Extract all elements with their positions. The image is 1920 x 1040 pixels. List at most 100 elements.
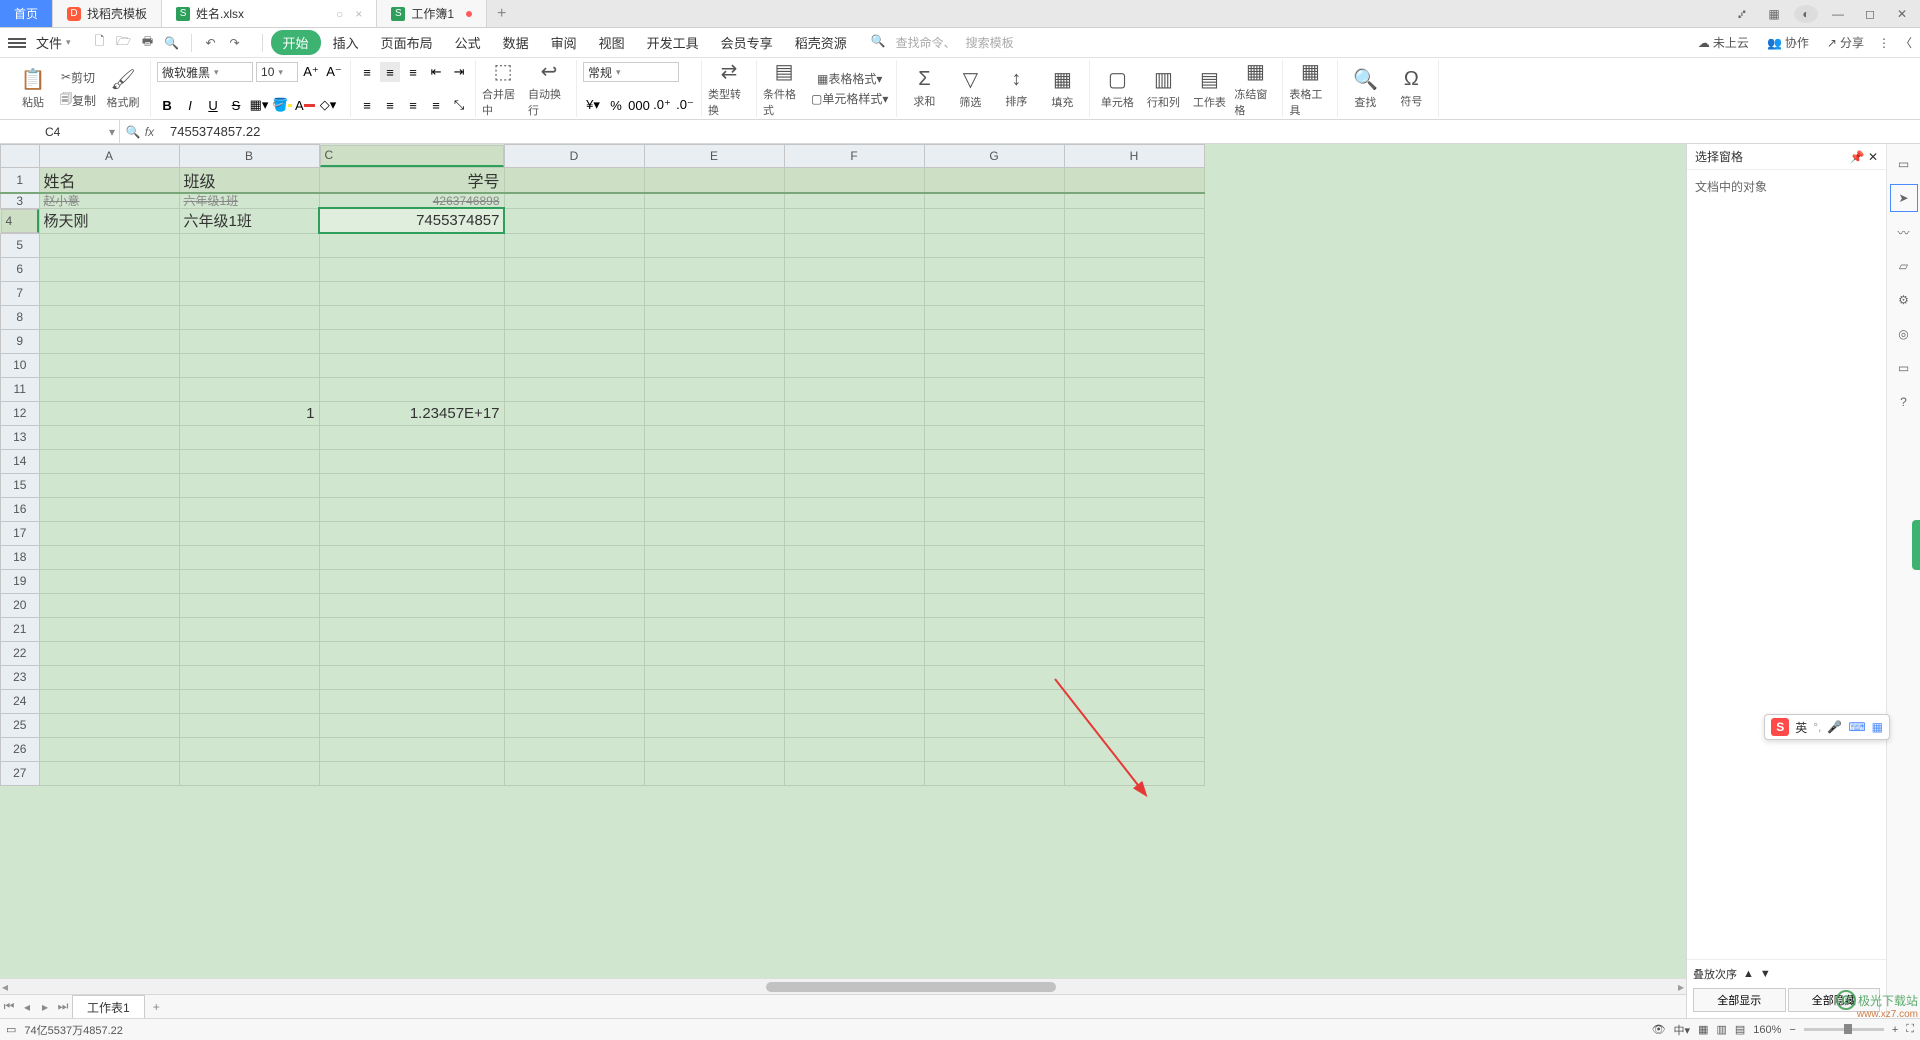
cell-C23[interactable] <box>319 665 504 689</box>
cell-E25[interactable] <box>644 713 784 737</box>
font-color-button[interactable]: A <box>295 95 315 115</box>
cell-G8[interactable] <box>924 305 1064 329</box>
cell-H13[interactable] <box>1064 425 1204 449</box>
cell-C22[interactable] <box>319 641 504 665</box>
cell-H20[interactable] <box>1064 593 1204 617</box>
cell-D4[interactable] <box>504 208 644 233</box>
select-all-corner[interactable] <box>1 145 40 168</box>
cell-A19[interactable] <box>39 569 179 593</box>
cell-F22[interactable] <box>784 641 924 665</box>
cell-F18[interactable] <box>784 545 924 569</box>
cell-A15[interactable] <box>39 473 179 497</box>
cell-D21[interactable] <box>504 617 644 641</box>
cell-F26[interactable] <box>784 737 924 761</box>
cell-H18[interactable] <box>1064 545 1204 569</box>
cell-button[interactable]: ▢单元格 <box>1096 61 1138 117</box>
cell-E24[interactable] <box>644 689 784 713</box>
rail-cursor-icon[interactable]: ➤ <box>1894 188 1914 208</box>
cell-H22[interactable] <box>1064 641 1204 665</box>
status-mode-icon[interactable]: ▭ <box>6 1023 16 1036</box>
cell-G5[interactable] <box>924 233 1064 257</box>
row-header-21[interactable]: 21 <box>1 617 40 641</box>
align-justify-icon[interactable]: ≡ <box>426 95 446 115</box>
share-button[interactable]: ↗分享 <box>1823 32 1868 53</box>
underline-button[interactable]: U <box>203 95 223 115</box>
cell-E23[interactable] <box>644 665 784 689</box>
cell-G16[interactable] <box>924 497 1064 521</box>
cell-A26[interactable] <box>39 737 179 761</box>
cell-G15[interactable] <box>924 473 1064 497</box>
menu-dev[interactable]: 开发工具 <box>637 29 709 56</box>
cell-D11[interactable] <box>504 377 644 401</box>
cell-F7[interactable] <box>784 281 924 305</box>
cell-E4[interactable] <box>644 208 784 233</box>
ime-toolbar[interactable]: S 英°, 🎤 ⌨ ▦ <box>1764 714 1890 740</box>
font-shrink-icon[interactable]: A⁻ <box>324 62 344 82</box>
titlebar-option-2[interactable]: ▦ <box>1762 5 1786 23</box>
cell-E11[interactable] <box>644 377 784 401</box>
rail-settings-icon[interactable]: ⚙ <box>1894 290 1914 310</box>
cell-H16[interactable] <box>1064 497 1204 521</box>
row-header-4[interactable]: 4 <box>1 209 39 233</box>
collab-button[interactable]: 👥协作 <box>1763 32 1813 53</box>
cell-D24[interactable] <box>504 689 644 713</box>
cell-F13[interactable] <box>784 425 924 449</box>
cell-E13[interactable] <box>644 425 784 449</box>
row-header-8[interactable]: 8 <box>1 305 40 329</box>
view-normal-icon[interactable]: ▦ <box>1698 1023 1708 1036</box>
row-header-5[interactable]: 5 <box>1 233 40 257</box>
row-header-24[interactable]: 24 <box>1 689 40 713</box>
row-header-7[interactable]: 7 <box>1 281 40 305</box>
cell-style-button[interactable]: ▢ 单元格样式▾ <box>809 89 890 109</box>
cell-B27[interactable] <box>179 761 319 785</box>
cell-G10[interactable] <box>924 353 1064 377</box>
align-bottom-icon[interactable]: ≡ <box>403 62 423 82</box>
cell-A23[interactable] <box>39 665 179 689</box>
cell-A17[interactable] <box>39 521 179 545</box>
cell-A14[interactable] <box>39 449 179 473</box>
cell-G4[interactable] <box>924 208 1064 233</box>
cell-C19[interactable] <box>319 569 504 593</box>
cell-E8[interactable] <box>644 305 784 329</box>
cell-E10[interactable] <box>644 353 784 377</box>
cell-F6[interactable] <box>784 257 924 281</box>
font-grow-icon[interactable]: A⁺ <box>301 62 321 82</box>
cell-C10[interactable] <box>319 353 504 377</box>
cell-D12[interactable] <box>504 401 644 425</box>
format-painter-button[interactable]: 🖌格式刷 <box>102 61 144 117</box>
cell-G26[interactable] <box>924 737 1064 761</box>
cell-H24[interactable] <box>1064 689 1204 713</box>
cell-G22[interactable] <box>924 641 1064 665</box>
comma-icon[interactable]: 000 <box>629 95 649 115</box>
cell-D20[interactable] <box>504 593 644 617</box>
cell-B7[interactable] <box>179 281 319 305</box>
cell-H10[interactable] <box>1064 353 1204 377</box>
cell-B11[interactable] <box>179 377 319 401</box>
cell-D23[interactable] <box>504 665 644 689</box>
cell-E27[interactable] <box>644 761 784 785</box>
spreadsheet-grid[interactable]: ABCDEFGH1姓名班级学号3赵小意六年级1班42637468984杨天刚六年… <box>0 144 1686 978</box>
cell-H7[interactable] <box>1064 281 1204 305</box>
menu-formula[interactable]: 公式 <box>445 29 491 56</box>
cell-B10[interactable] <box>179 353 319 377</box>
currency-icon[interactable]: ¥▾ <box>583 95 603 115</box>
row-header-9[interactable]: 9 <box>1 329 40 353</box>
row-header-14[interactable]: 14 <box>1 449 40 473</box>
cancel-fx-icon[interactable]: 🔍 <box>126 125 141 139</box>
row-header-20[interactable]: 20 <box>1 593 40 617</box>
cell-F24[interactable] <box>784 689 924 713</box>
cut-button[interactable]: ✂ 剪切 <box>58 67 98 87</box>
cell-D19[interactable] <box>504 569 644 593</box>
qa-redo-icon[interactable]: ↷ <box>226 34 244 52</box>
zoom-in-icon[interactable]: + <box>1892 1024 1898 1036</box>
cell-H27[interactable] <box>1064 761 1204 785</box>
cell-D7[interactable] <box>504 281 644 305</box>
clear-format-button[interactable]: ◇▾ <box>318 95 338 115</box>
cell-H17[interactable] <box>1064 521 1204 545</box>
row-header-15[interactable]: 15 <box>1 473 40 497</box>
cloud-status[interactable]: ☁未上云 <box>1694 32 1753 53</box>
cell-C4[interactable]: 7455374857 <box>319 208 504 233</box>
cell-A18[interactable] <box>39 545 179 569</box>
cell-G12[interactable] <box>924 401 1064 425</box>
sum-button[interactable]: Σ求和 <box>903 61 945 117</box>
